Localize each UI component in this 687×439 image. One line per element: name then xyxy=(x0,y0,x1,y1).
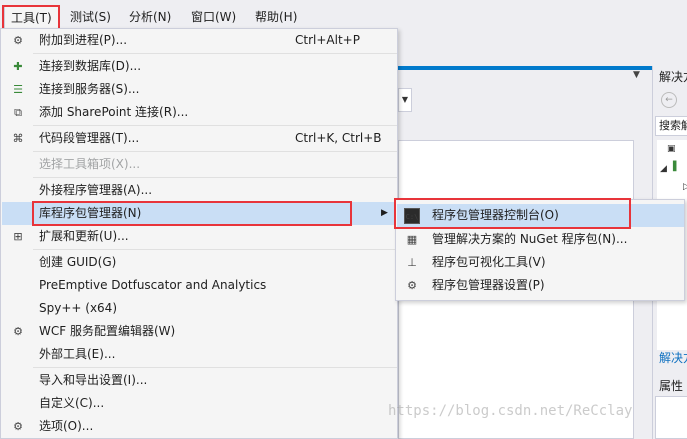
submenu-item-label: 管理解决方案的 NuGet 程序包(N)... xyxy=(432,232,628,246)
attach-process-icon: ⚙ xyxy=(13,34,23,47)
package-manager-submenu: C:\ 程序包管理器控制台(O) ▦ 管理解决方案的 NuGet 程序包(N).… xyxy=(395,199,685,301)
menu-item-label: 添加 SharePoint 连接(R)... xyxy=(39,105,189,119)
menu-item-connect-database[interactable]: ✚ 连接到数据库(D)... xyxy=(2,55,397,78)
submenu-item-label: 程序包管理器设置(P) xyxy=(432,278,545,292)
menu-separator xyxy=(33,249,397,250)
menu-item-code-snippets-manager[interactable]: ⌘ 代码段管理器(T)... Ctrl+K, Ctrl+B xyxy=(2,127,397,150)
solution-explorer-title: 解决方 xyxy=(659,70,687,84)
menu-item-label: Spy++ (x64) xyxy=(39,301,117,315)
solution-file-icon: ▣ xyxy=(667,144,676,154)
back-arrow-icon[interactable]: ← xyxy=(661,92,677,108)
menu-item-shortcut: Ctrl+Alt+P xyxy=(295,33,360,47)
menu-item-library-package-manager[interactable]: 库程序包管理器(N) ▶ xyxy=(2,202,397,225)
submenu-item-package-manager-console[interactable]: C:\ 程序包管理器控制台(O) xyxy=(397,204,684,227)
connect-server-icon: ☰ xyxy=(13,83,23,96)
submenu-item-label: 程序包可视化工具(V) xyxy=(432,255,546,269)
submenu-arrow-icon: ▶ xyxy=(381,208,388,218)
menu-item-label: 创建 GUID(G) xyxy=(39,255,117,269)
menu-item-label: PreEmptive Dotfuscator and Analytics xyxy=(39,278,267,292)
properties-panel xyxy=(655,396,687,439)
menu-test[interactable]: 测试(S) xyxy=(64,6,117,28)
menu-tools[interactable]: 工具(T) xyxy=(4,6,59,28)
submenu-item-package-manager-settings[interactable]: ⚙ 程序包管理器设置(P) xyxy=(397,274,684,297)
tools-menu: ⚙ 附加到进程(P)... Ctrl+Alt+P ✚ 连接到数据库(D)... … xyxy=(0,28,398,439)
menu-item-label: 连接到服务器(S)... xyxy=(39,82,140,96)
menu-analyze[interactable]: 分析(N) xyxy=(123,6,177,28)
project-icon: ▌ xyxy=(673,162,680,172)
menu-separator xyxy=(33,151,397,152)
menu-separator xyxy=(33,125,397,126)
menu-item-label: 外部工具(E)... xyxy=(39,347,116,361)
menu-item-label: 导入和导出设置(I)... xyxy=(39,373,148,387)
menu-item-attach-to-process[interactable]: ⚙ 附加到进程(P)... Ctrl+Alt+P xyxy=(2,29,397,52)
menu-item-choose-toolbox-items: 选择工具箱项(X)... xyxy=(2,153,397,176)
document-tab-bar xyxy=(398,66,652,70)
menu-separator xyxy=(33,177,397,178)
nuget-icon: ▦ xyxy=(406,233,418,246)
menu-help[interactable]: 帮助(H) xyxy=(249,6,303,28)
menu-item-label: 扩展和更新(U)... xyxy=(39,229,129,243)
menu-item-spy-plus-plus[interactable]: Spy++ (x64) xyxy=(2,297,397,320)
menu-item-shortcut: Ctrl+K, Ctrl+B xyxy=(295,131,382,145)
sharepoint-icon: ⧉ xyxy=(14,106,22,119)
menu-item-create-guid[interactable]: 创建 GUID(G) xyxy=(2,251,397,274)
solution-search-input[interactable]: 搜索解 xyxy=(655,116,687,136)
tab-dropdown-icon[interactable]: ▼ xyxy=(633,70,640,80)
menu-item-add-sharepoint[interactable]: ⧉ 添加 SharePoint 连接(R)... xyxy=(2,101,397,124)
visualizer-icon: ⊥ xyxy=(407,256,417,269)
expander-expanded-icon[interactable]: ◢ xyxy=(660,164,667,174)
menu-item-label: 附加到进程(P)... xyxy=(39,33,128,47)
settings-gear-icon: ⚙ xyxy=(407,279,417,292)
menu-item-label: 库程序包管理器(N) xyxy=(39,206,142,220)
menu-item-label: 连接到数据库(D)... xyxy=(39,59,142,73)
menu-item-customize[interactable]: 自定义(C)... xyxy=(2,392,397,415)
wcf-gear-icon: ⚙ xyxy=(13,325,23,338)
snippet-icon: ⌘ xyxy=(12,132,24,145)
menu-item-external-tools[interactable]: 外部工具(E)... xyxy=(2,343,397,366)
extensions-icon: ⊞ xyxy=(13,230,23,243)
menu-item-options[interactable]: ⚙ 选项(O)... xyxy=(2,415,397,438)
menu-item-label: 选择工具箱项(X)... xyxy=(39,157,141,171)
console-icon: C:\ xyxy=(404,208,420,224)
menu-item-import-export-settings[interactable]: 导入和导出设置(I)... xyxy=(2,369,397,392)
menu-item-label: 外接程序管理器(A)... xyxy=(39,183,153,197)
menu-item-extensions-updates[interactable]: ⊞ 扩展和更新(U)... xyxy=(2,225,397,248)
connect-database-icon: ✚ xyxy=(13,60,23,73)
menu-item-label: 代码段管理器(T)... xyxy=(39,131,140,145)
expander-collapsed-icon[interactable]: ▷ xyxy=(683,182,687,192)
menu-item-connect-server[interactable]: ☰ 连接到服务器(S)... xyxy=(2,78,397,101)
menu-item-dotfuscator[interactable]: PreEmptive Dotfuscator and Analytics xyxy=(2,274,397,297)
menu-item-label: 自定义(C)... xyxy=(39,396,105,410)
watermark: https://blog.csdn.net/ReCclay xyxy=(388,403,633,419)
submenu-item-label: 程序包管理器控制台(O) xyxy=(432,208,559,222)
menu-item-label: 选项(O)... xyxy=(39,419,94,433)
navigation-combo-dropdown[interactable]: ▼ xyxy=(398,88,412,112)
menu-separator xyxy=(33,53,397,54)
properties-title: 属性 xyxy=(659,379,684,393)
submenu-item-package-visualizer[interactable]: ⊥ 程序包可视化工具(V) xyxy=(397,251,684,274)
menu-item-label: WCF 服务配置编辑器(W) xyxy=(39,324,176,338)
menu-separator xyxy=(33,367,397,368)
solution-explorer-tab[interactable]: 解决方 xyxy=(659,349,687,366)
submenu-item-manage-nuget-packages[interactable]: ▦ 管理解决方案的 NuGet 程序包(N)... xyxy=(397,228,684,251)
menu-item-addin-manager[interactable]: 外接程序管理器(A)... xyxy=(2,179,397,202)
menu-item-wcf-config-editor[interactable]: ⚙ WCF 服务配置编辑器(W) xyxy=(2,320,397,343)
menu-window[interactable]: 窗口(W) xyxy=(185,6,242,28)
options-gear-icon: ⚙ xyxy=(13,420,23,433)
